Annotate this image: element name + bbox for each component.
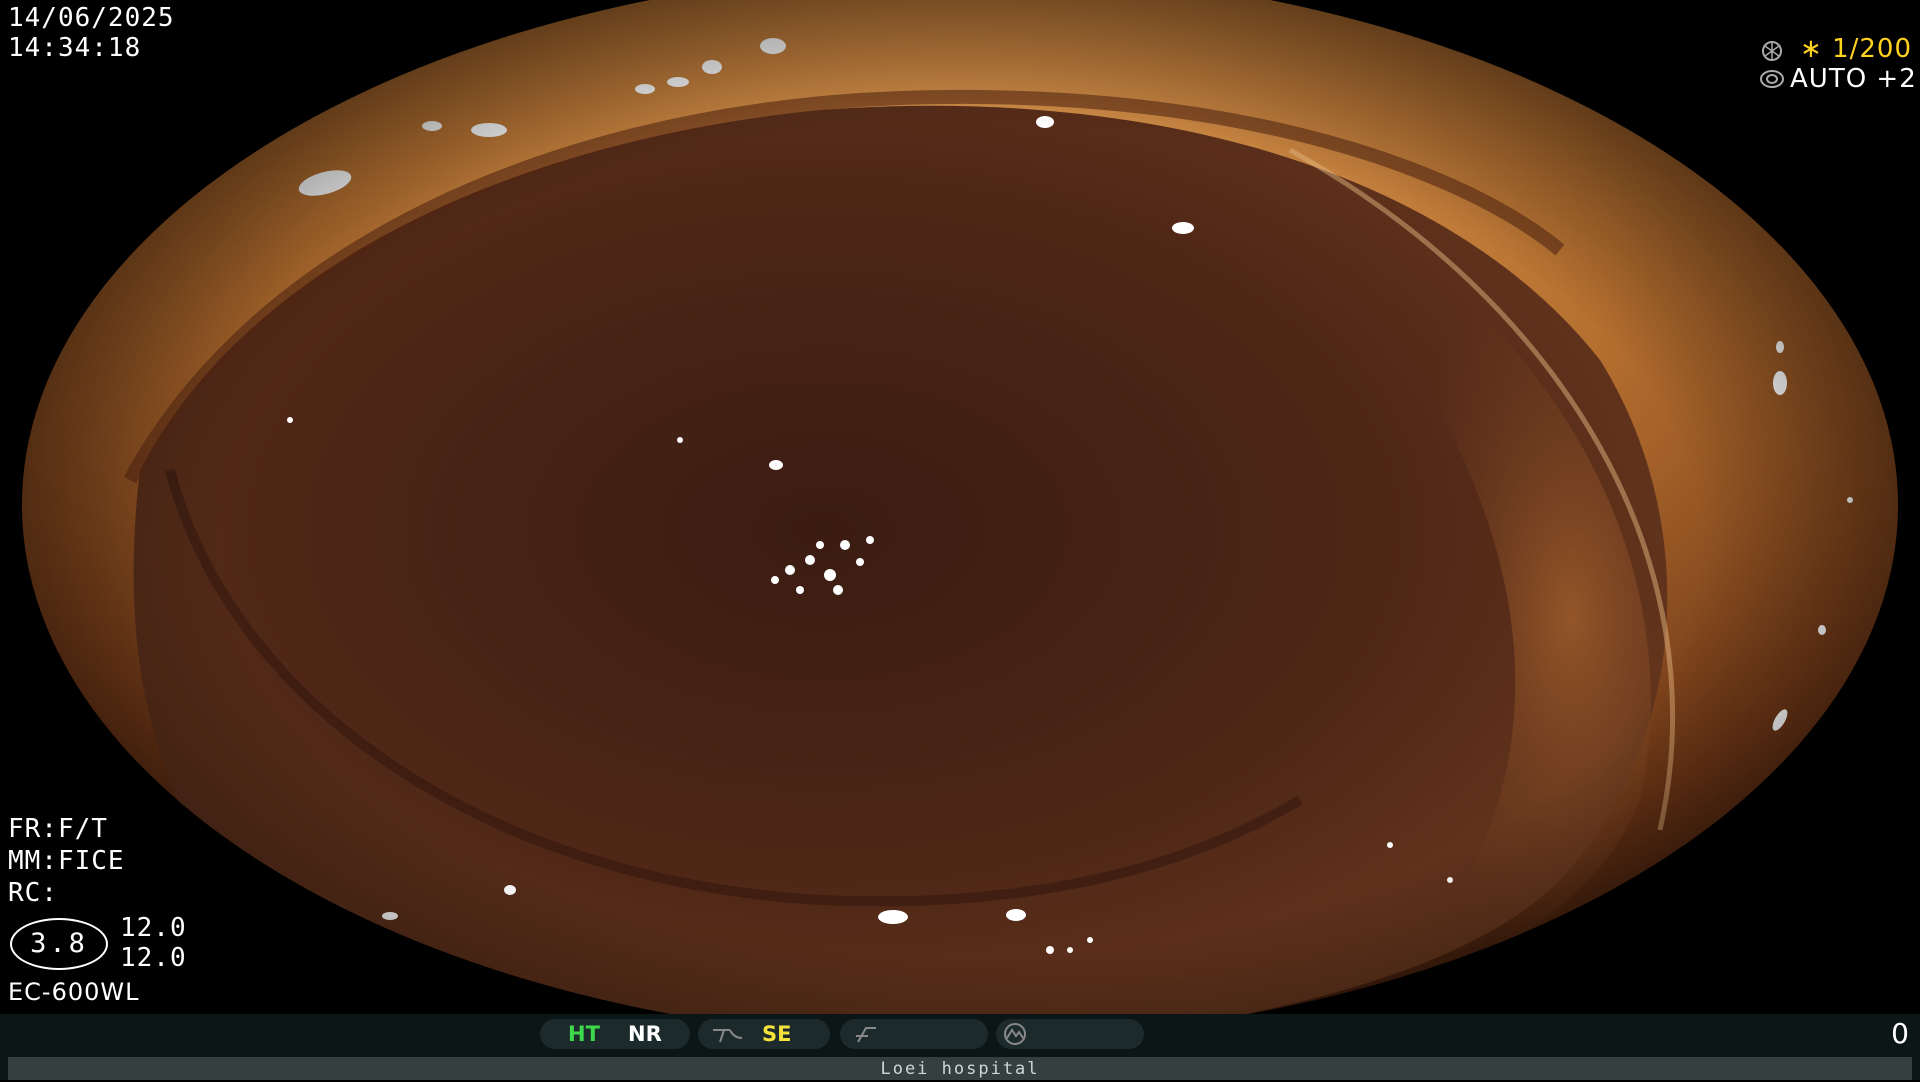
scope-model-label: EC-600WL — [8, 978, 140, 1006]
ht-indicator: HT — [568, 1022, 600, 1046]
date-label: 14/06/2025 — [8, 3, 175, 33]
structure-enhance-pill: SE — [698, 1019, 830, 1049]
endoscope-view — [22, 0, 1898, 1040]
structure-icon — [713, 1029, 743, 1043]
color-mode-pill — [996, 1019, 1144, 1049]
shutter-icon — [1762, 41, 1782, 61]
value-top-label: 12.0 — [120, 913, 187, 943]
image-counter: 0 — [1891, 1017, 1910, 1050]
magnification-badge: 3.8 — [10, 918, 108, 970]
fr-setting-label: FR:F/T — [8, 814, 108, 844]
mm-setting-label: MM:FICE — [8, 846, 125, 876]
time-label: 14:34:18 — [8, 33, 142, 63]
shutter-speed-label: ∗ 1/200 — [1800, 34, 1912, 64]
rc-setting-label: RC: — [8, 878, 58, 908]
value-bottom-label: 12.0 — [120, 943, 187, 973]
iris-icon — [1760, 70, 1784, 88]
nr-indicator: NR — [628, 1022, 662, 1046]
enhance-pill — [840, 1019, 988, 1049]
color-mode-icon — [1004, 1023, 1026, 1045]
iris-mode-label: AUTO +2 — [1790, 64, 1917, 94]
se-indicator: SE — [762, 1022, 792, 1046]
ht-nr-pill: HT NR — [540, 1019, 690, 1049]
enhance-icon — [856, 1027, 876, 1043]
hospital-name-bar: Loei hospital — [8, 1057, 1912, 1080]
